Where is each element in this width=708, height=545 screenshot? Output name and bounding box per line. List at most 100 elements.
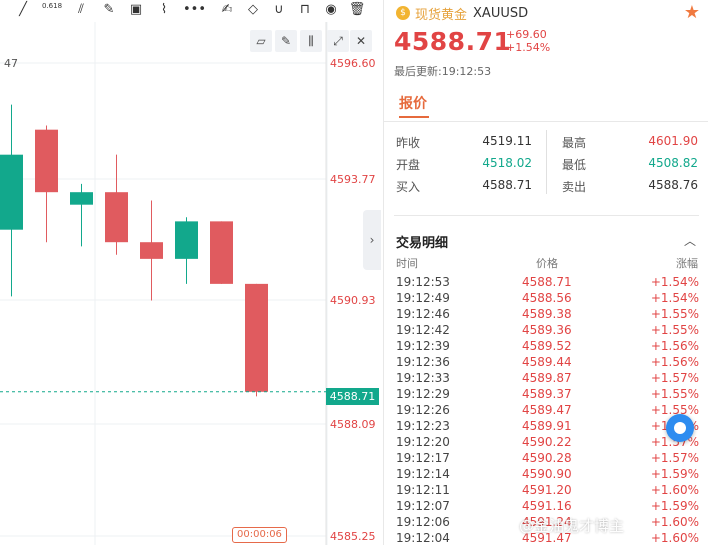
edit-icon[interactable]: ✎ <box>275 30 297 52</box>
candle-body <box>140 242 163 259</box>
trade-change: +1.57% <box>650 451 699 465</box>
trade-change: +1.54% <box>650 291 699 305</box>
prev-close-value: 4519.11 <box>482 134 532 148</box>
trade-row: 19:12:29 4589.37 +1.55% <box>384 387 708 403</box>
chart-area[interactable]: ╱ 0.618 ⫽ ✎ ▣ ⌇ ••• ✍ ◇ ∪ ⊓ ◉ 🗑 ⏥ ✎ ⫼ ⤢ … <box>0 0 383 545</box>
chevron-up-icon[interactable]: ︿ <box>684 232 696 249</box>
favorite-star-icon[interactable]: ★ <box>684 2 700 23</box>
candle-body <box>70 192 93 205</box>
chart-type-icon[interactable]: ⏥ <box>250 30 272 52</box>
chat-float-button[interactable] <box>666 414 694 442</box>
trade-time: 19:12:11 <box>396 483 450 497</box>
magnet-icon[interactable]: ∪ <box>270 2 288 18</box>
trade-change: +1.55% <box>650 307 699 321</box>
trade-price: 4589.44 <box>522 355 572 369</box>
header-change: 涨幅 <box>676 257 698 270</box>
y-tick: 4585.25 <box>330 530 376 543</box>
current-price: 4588.71 <box>394 27 512 56</box>
trade-time: 19:12:20 <box>396 435 450 449</box>
trade-time: 19:12:49 <box>396 291 450 305</box>
symbol-header: $ 现货黄金 XAUUSD <box>396 4 528 23</box>
pitchfork-icon[interactable]: ⫽ <box>72 2 90 18</box>
coin-icon: $ <box>396 6 410 20</box>
trade-row: 19:12:20 4590.22 +1.57% <box>384 435 708 451</box>
trade-price: 4589.37 <box>522 387 572 401</box>
trade-change: +1.55% <box>650 387 699 401</box>
drawing-toolbar: ╱ 0.618 ⫽ ✎ ▣ ⌇ ••• ✍ ◇ ∪ ⊓ ◉ 🗑 <box>0 0 383 22</box>
ask-label: 卖出 <box>562 180 587 194</box>
note-icon[interactable]: ✍ <box>218 2 236 18</box>
fullscreen-icon[interactable]: ⤢ <box>327 30 349 52</box>
quote-panel: $ 现货黄金 XAUUSD ★ 4588.71 +69.60 +1.54% 最后… <box>383 0 708 545</box>
change-value: +69.60 <box>506 28 547 41</box>
countdown-text: 00:00:06 <box>237 529 282 540</box>
trade-time: 19:12:33 <box>396 371 450 385</box>
trade-time: 19:12:46 <box>396 307 450 321</box>
trade-row: 19:12:07 4591.16 +1.59% <box>384 499 708 515</box>
trade-row: 19:12:42 4589.36 +1.55% <box>384 323 708 339</box>
close-icon[interactable]: ✕ <box>350 30 372 52</box>
y-tick: 4596.60 <box>330 57 376 70</box>
trade-price: 4591.20 <box>522 483 572 497</box>
header-time: 时间 <box>396 257 418 270</box>
bid-label: 买入 <box>396 180 421 194</box>
trade-change: +1.55% <box>650 323 699 337</box>
trade-row: 19:12:11 4591.20 +1.60% <box>384 483 708 499</box>
trade-change: +1.60% <box>650 531 699 545</box>
trade-time: 19:12:07 <box>396 499 450 513</box>
candle-body <box>0 154 23 230</box>
trade-price: 4589.47 <box>522 403 572 417</box>
trade-row: 19:12:46 4589.38 +1.55% <box>384 307 708 323</box>
trade-time: 19:12:39 <box>396 339 450 353</box>
trade-price: 4588.56 <box>522 291 572 305</box>
collapse-panel-button[interactable]: › <box>363 210 381 270</box>
fib-level-text: 0.618 <box>42 2 63 10</box>
candlestick-plot[interactable] <box>0 0 383 545</box>
eraser-icon[interactable]: ◇ <box>244 2 262 18</box>
trade-change: +1.59% <box>650 467 699 481</box>
app-root: ╱ 0.618 ⫽ ✎ ▣ ⌇ ••• ✍ ◇ ∪ ⊓ ◉ 🗑 ⏥ ✎ ⫼ ⤢ … <box>0 0 708 545</box>
trade-price: 4589.38 <box>522 307 572 321</box>
lock-icon[interactable]: ⊓ <box>296 2 314 18</box>
eye-icon[interactable]: ◉ <box>322 2 340 18</box>
candle-body <box>175 221 198 259</box>
trash-icon[interactable]: 🗑 <box>348 2 366 18</box>
watermark-text: @金油鬼才博主 <box>519 517 625 535</box>
trade-row: 19:12:36 4589.44 +1.56% <box>384 355 708 371</box>
trade-time: 19:12:36 <box>396 355 450 369</box>
low-label: 最低 <box>562 158 587 172</box>
ask-value: 4588.76 <box>648 178 698 192</box>
quote-separator <box>546 130 547 194</box>
divider <box>384 121 708 122</box>
trade-price: 4591.16 <box>522 499 572 513</box>
trade-time: 19:12:17 <box>396 451 450 465</box>
fib-icon[interactable]: 0.618 <box>42 2 63 18</box>
trade-change: +1.59% <box>650 499 699 513</box>
open-value: 4518.02 <box>482 156 532 170</box>
y-tick: 4590.93 <box>330 294 376 307</box>
trade-row: 19:12:49 4588.56 +1.54% <box>384 291 708 307</box>
candles-icon[interactable]: ⫼ <box>300 30 322 52</box>
image-icon[interactable]: ▣ <box>127 2 145 18</box>
trend-line-icon[interactable]: ╱ <box>14 2 32 18</box>
partial-label: 47 <box>4 57 18 70</box>
high-value: 4601.90 <box>648 134 698 148</box>
path-icon[interactable]: ⌇ <box>155 2 173 18</box>
trade-change: +1.54% <box>650 275 699 289</box>
trades-list: 19:12:53 4588.71 +1.54% 19:12:49 4588.56 +1.5… <box>384 275 708 545</box>
header-price: 价格 <box>536 257 558 270</box>
tab-quote[interactable]: 报价 <box>399 93 427 113</box>
more-icon[interactable]: ••• <box>183 2 206 18</box>
candle-body <box>210 221 233 284</box>
trade-price: 4590.28 <box>522 451 572 465</box>
brush-icon[interactable]: ✎ <box>100 2 118 18</box>
candle-body <box>105 192 128 243</box>
trade-row: 19:12:17 4590.28 +1.57% <box>384 451 708 467</box>
last-price-tag: 4588.71 <box>326 388 379 405</box>
trade-time: 19:12:06 <box>396 515 450 529</box>
trade-row: 19:12:14 4590.90 +1.59% <box>384 467 708 483</box>
bar-countdown: 00:00:06 <box>232 527 287 543</box>
trade-time: 19:12:53 <box>396 275 450 289</box>
candle-body <box>35 129 58 193</box>
low-value: 4508.82 <box>648 156 698 170</box>
